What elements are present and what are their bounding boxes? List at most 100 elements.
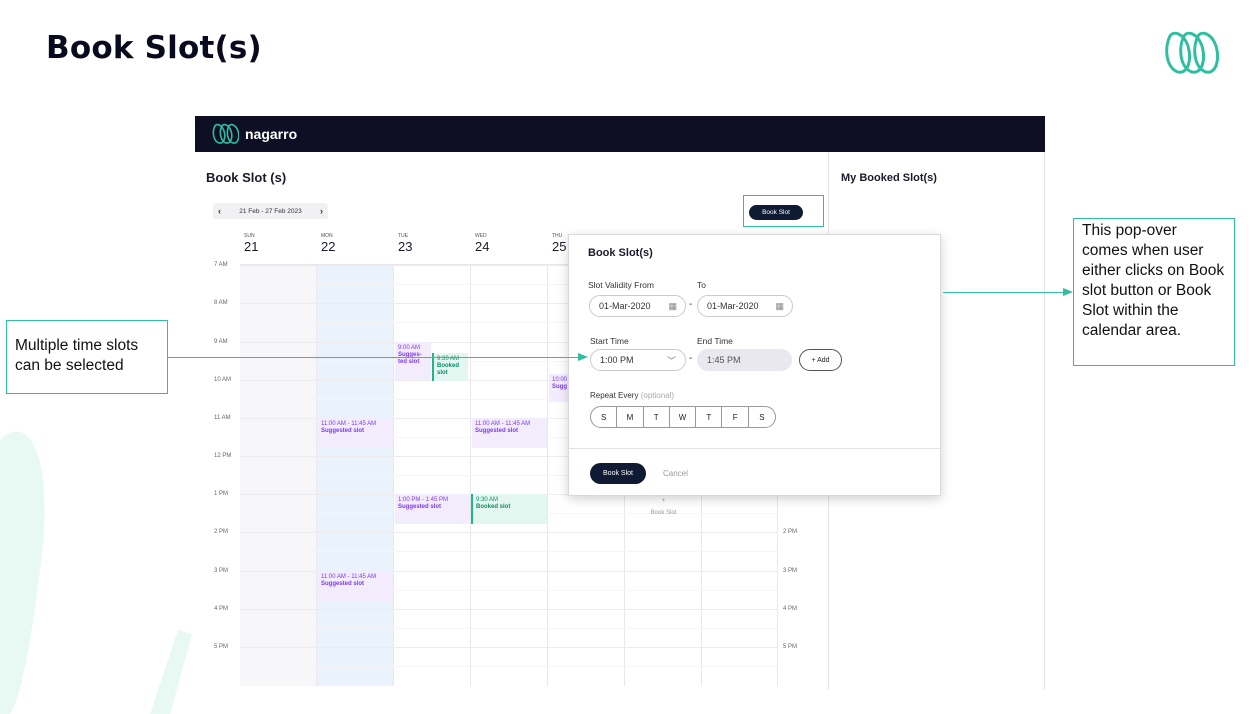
calendar-icon[interactable]: ▦ <box>668 301 677 312</box>
event-title: Suggested slot <box>398 504 442 510</box>
arrow-icon <box>578 353 588 361</box>
day-header: SUN 21 <box>240 229 317 263</box>
event-time: 11:00 AM - 11:45 AM <box>321 574 377 580</box>
weekday-toggle[interactable]: F <box>722 407 749 427</box>
book-slot-button[interactable]: Book Slot <box>749 205 803 220</box>
half-hour-line <box>240 628 777 629</box>
start-time-value: 1:00 PM <box>600 355 634 365</box>
prev-week-icon[interactable]: ‹ <box>218 206 221 216</box>
hour-label: 5 PM <box>214 644 229 650</box>
end-time-value: 1:45 PM <box>707 355 741 365</box>
nagarro-brand-icon <box>212 123 239 144</box>
slide-title: Book Slot(s) <box>46 30 262 66</box>
popover-book-slot-button[interactable]: Book Slot <box>590 463 646 484</box>
hour-label: 11 AM <box>214 415 231 421</box>
next-week-icon[interactable]: › <box>320 206 323 216</box>
event-time: 1:00 PM - 1:45 PM <box>398 497 449 503</box>
book-slot-popover: Book Slot(s) Slot Validity From To 01-Ma… <box>568 234 941 496</box>
week-range: 21 Feb - 27 Feb 2023 <box>239 207 302 215</box>
suggested-slot[interactable]: 9:00 AM Sugges- ted slot <box>395 342 431 380</box>
hour-line <box>240 532 777 533</box>
event-time: 9:30 AM <box>476 497 499 503</box>
to-date-value: 01-Mar-2020 <box>707 301 759 311</box>
to-label: To <box>697 280 706 290</box>
annotation-multiple-slots: Multiple time slots can be selected <box>6 320 168 394</box>
day-number: 21 <box>244 239 259 254</box>
hour-label-right: 4 PM <box>783 606 798 612</box>
optional-hint: (optional) <box>640 391 675 400</box>
event-title: Booked <box>437 363 460 369</box>
from-date-value: 01-Mar-2020 <box>599 301 651 311</box>
half-hour-line <box>240 551 777 552</box>
hour-label: 12 PM <box>214 453 232 459</box>
time-separator: - <box>689 353 693 364</box>
chevron-down-icon: ﹀ <box>666 356 676 366</box>
repeat-label: Repeat Every (optional) <box>590 391 674 400</box>
annotation-leader-line <box>168 357 583 358</box>
hour-label: 4 PM <box>214 606 229 612</box>
page-title: Book Slot (s) <box>206 170 287 185</box>
plus-icon: + <box>661 498 666 504</box>
weekday-toggle[interactable]: T <box>644 407 670 427</box>
to-date-field[interactable]: 01-Mar-2020 ▦ <box>697 295 793 317</box>
event-time: 9:00 AM <box>398 345 421 351</box>
event-title: Suggested slot <box>321 581 365 587</box>
sidebar-title: My Booked Slot(s) <box>841 172 937 184</box>
hour-label: 8 AM <box>214 300 228 306</box>
event-time: 11:00 AM - 11:45 AM <box>475 421 531 427</box>
hour-label: 2 PM <box>214 529 229 535</box>
from-date-field[interactable]: 01-Mar-2020 ▦ <box>589 295 686 317</box>
popover-title: Book Slot(s) <box>588 247 653 259</box>
hour-label: 7 AM <box>214 262 228 268</box>
validity-from-label: Slot Validity From <box>588 280 654 290</box>
hour-label: 3 PM <box>214 568 229 574</box>
suggested-slot[interactable]: 11:00 AM - 11:45 AM Suggested slot <box>318 418 393 448</box>
hour-label: 1 PM <box>214 491 229 497</box>
inline-add-slot[interactable]: + Book Slot <box>625 498 702 516</box>
weekday-toggle[interactable]: S <box>749 407 775 427</box>
popover-cancel-button[interactable]: Cancel <box>663 469 688 478</box>
weekday-toggle[interactable]: W <box>670 407 697 427</box>
day-header: WED 24 <box>471 229 548 263</box>
brand-name: nagarro <box>245 126 298 142</box>
weekday-toggle[interactable]: S <box>591 407 618 427</box>
event-title: Booked slot <box>476 504 511 510</box>
day-number: 23 <box>398 239 413 254</box>
weekday-selector: S M T W T F S <box>590 406 777 428</box>
slide: Book Slot(s) nagarro Book Slot (s) My Bo… <box>0 0 1249 714</box>
divider <box>569 448 940 449</box>
annotation-popover-info: This pop-over comes when user either cli… <box>1073 218 1235 366</box>
event-title: ted slot <box>398 359 420 365</box>
inline-add-label: Book Slot <box>650 510 677 516</box>
add-time-button[interactable]: + Add <box>799 349 842 371</box>
hour-line <box>240 609 777 610</box>
hour-label: 9 AM <box>214 339 228 345</box>
weekday-toggle[interactable]: T <box>696 407 723 427</box>
event-title: slot <box>437 370 448 376</box>
hour-label-right: 3 PM <box>783 568 798 574</box>
day-number: 22 <box>321 239 336 254</box>
nagarro-logo-icon <box>1165 31 1220 74</box>
weekday-toggle[interactable]: M <box>617 407 644 427</box>
calendar-icon[interactable]: ▦ <box>775 301 784 312</box>
suggested-slot[interactable]: 1:00 PM - 1:45 PM Suggested slot <box>395 494 470 524</box>
start-time-select[interactable]: 1:00 PM ﹀ <box>590 349 686 371</box>
event-time: 11:00 AM - 11:45 AM <box>321 421 377 427</box>
top-bar: nagarro <box>195 116 1045 152</box>
start-time-label: Start Time <box>590 336 629 346</box>
hour-line <box>240 647 777 648</box>
end-time-label: End Time <box>697 336 733 346</box>
end-time-field: 1:45 PM <box>697 349 792 371</box>
day-header: TUE 23 <box>394 229 471 263</box>
suggested-slot[interactable]: 11:00 AM - 11:45 AM Suggested slot <box>472 418 547 448</box>
repeat-label-text: Repeat Every <box>590 391 639 400</box>
hour-label: 10 AM <box>214 377 232 383</box>
date-separator: - <box>689 299 693 310</box>
annotation-leader-line <box>943 292 1068 293</box>
suggested-slot[interactable]: 11:00 AM - 11:45 AM Suggested slot <box>318 571 393 601</box>
booked-slot[interactable]: 9:30 AM Booked slot <box>471 494 547 524</box>
event-title: Suggested slot <box>321 428 365 434</box>
day-header: MON 22 <box>317 229 394 263</box>
hour-label-right: 5 PM <box>783 644 798 650</box>
hour-label-right: 2 PM <box>783 529 798 535</box>
